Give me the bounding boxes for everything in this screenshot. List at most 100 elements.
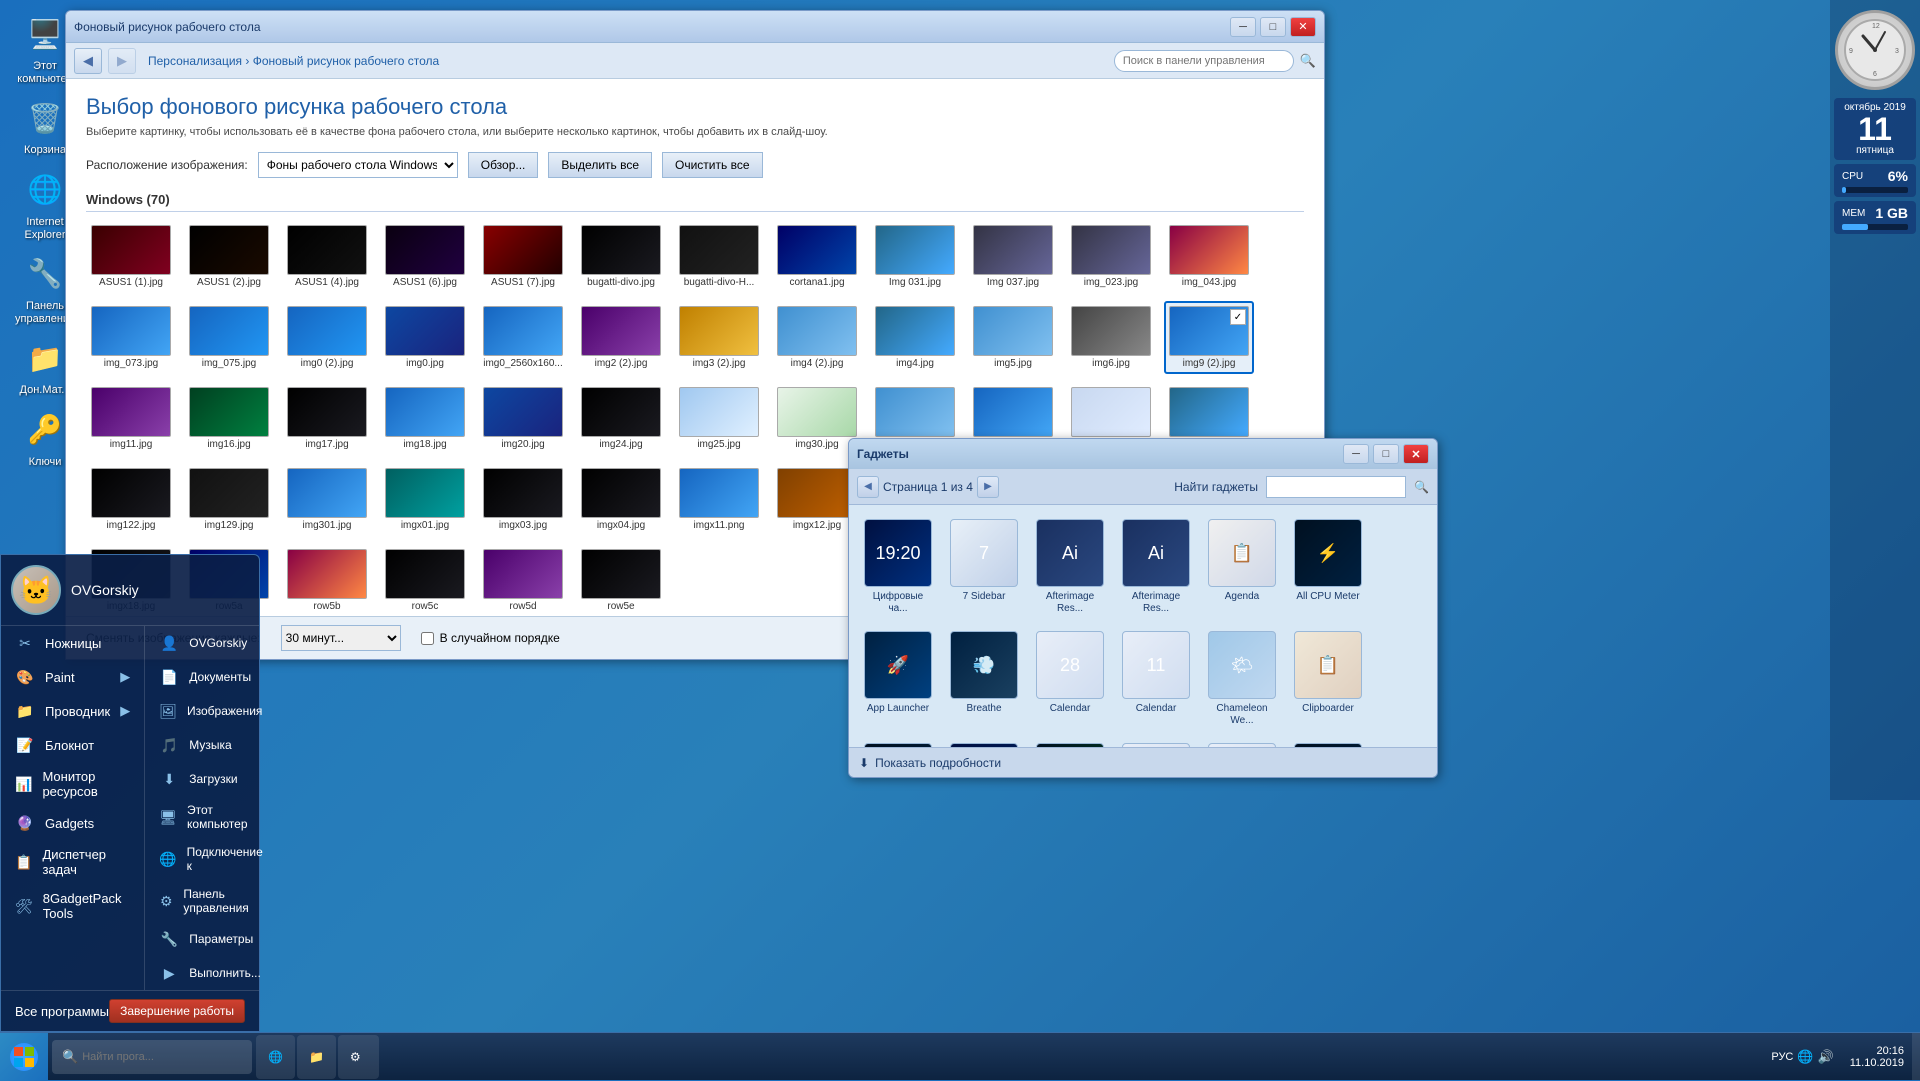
- wallpaper-item[interactable]: img24.jpg: [576, 382, 666, 455]
- wallpaper-item[interactable]: img18.jpg: [380, 382, 470, 455]
- gadgets-maximize-button[interactable]: □: [1373, 444, 1399, 464]
- wallpaper-item[interactable]: ASUS1 (7).jpg: [478, 220, 568, 293]
- wallpaper-item[interactable]: row5c: [380, 544, 470, 616]
- wallpaper-item[interactable]: img2 (2).jpg: [576, 301, 666, 374]
- taskbar-search-input[interactable]: [82, 1051, 222, 1063]
- gadgets-search-input[interactable]: [1266, 476, 1406, 498]
- wallpaper-item[interactable]: img25.jpg: [674, 382, 764, 455]
- start-item-notepad[interactable]: 📝 Блокнот: [1, 728, 144, 762]
- wallpaper-item[interactable]: cortana1.jpg: [772, 220, 862, 293]
- start-item-task-manager[interactable]: 📋 Диспетчер задач: [1, 840, 144, 884]
- wallpaper-item[interactable]: ASUS1 (1).jpg: [86, 220, 176, 293]
- location-select[interactable]: Фоны рабочего стола Windows: [258, 152, 458, 178]
- start-user-images[interactable]: 🖼 Изображения: [145, 694, 275, 728]
- gadget-item[interactable]: 19:20Цифровые ча...: [859, 515, 937, 619]
- wallpaper-item[interactable]: img129.jpg: [184, 463, 274, 536]
- wallpaper-item[interactable]: ✓img9 (2).jpg: [1164, 301, 1254, 374]
- random-order-checkbox[interactable]: [421, 632, 434, 645]
- page-next-button[interactable]: ▶: [977, 476, 999, 498]
- wallpaper-item[interactable]: img6.jpg: [1066, 301, 1156, 374]
- gadget-item[interactable]: ⚙Control System: [859, 739, 937, 747]
- wallpaper-item[interactable]: bugatti-divo.jpg: [576, 220, 666, 293]
- wallpaper-item[interactable]: bugatti-divo-H...: [674, 220, 764, 293]
- start-item-monitor[interactable]: 📊 Монитор ресурсов: [1, 762, 144, 806]
- change-interval-select[interactable]: 30 минут...: [281, 625, 401, 651]
- wallpaper-item[interactable]: img_023.jpg: [1066, 220, 1156, 293]
- start-item-scissors[interactable]: ✂ Ножницы: [1, 626, 144, 660]
- wallpaper-item[interactable]: img16.jpg: [184, 382, 274, 455]
- start-item-gadgetpack[interactable]: 🛠 8GadgetPack Tools: [1, 884, 144, 928]
- start-user-downloads[interactable]: ⬇ Загрузки: [145, 762, 275, 796]
- search-input[interactable]: [1114, 50, 1294, 72]
- gadget-item[interactable]: 8Custom Calendar: [1117, 739, 1195, 747]
- minimize-button[interactable]: ─: [1230, 17, 1256, 37]
- shutdown-button[interactable]: Завершение работы: [109, 999, 245, 1023]
- wallpaper-item[interactable]: img17.jpg: [282, 382, 372, 455]
- taskbar-app-explorer[interactable]: 📁: [297, 1035, 336, 1079]
- gadget-item[interactable]: 📋Clipboarder: [1289, 627, 1367, 731]
- start-item-paint[interactable]: 🎨 Paint ▶: [1, 660, 144, 694]
- start-user-run[interactable]: ▶ Выполнить...: [145, 956, 275, 990]
- wallpaper-item[interactable]: img0 (2).jpg: [282, 301, 372, 374]
- start-item-explorer[interactable]: 📁 Проводник ▶: [1, 694, 144, 728]
- start-user-settings[interactable]: 🔧 Параметры: [145, 922, 275, 956]
- select-all-button[interactable]: Выделить все: [548, 152, 652, 178]
- maximize-button[interactable]: □: [1260, 17, 1286, 37]
- gadget-item[interactable]: 77 Sidebar: [945, 515, 1023, 619]
- back-button[interactable]: ◀: [74, 48, 102, 74]
- gadget-item[interactable]: 💨Breathe: [945, 627, 1023, 731]
- gadgets-close-button[interactable]: ✕: [1403, 444, 1429, 464]
- clear-all-button[interactable]: Очистить все: [662, 152, 762, 178]
- taskbar-app-control-panel[interactable]: ⚙: [338, 1035, 379, 1079]
- wallpaper-item[interactable]: img11.jpg: [86, 382, 176, 455]
- wallpaper-item[interactable]: row5b: [282, 544, 372, 616]
- wallpaper-item[interactable]: ASUS1 (6).jpg: [380, 220, 470, 293]
- wallpaper-item[interactable]: imgx04.jpg: [576, 463, 666, 536]
- gadget-item[interactable]: 📋Agenda: [1203, 515, 1281, 619]
- wallpaper-item[interactable]: imgx01.jpg: [380, 463, 470, 536]
- gadget-item[interactable]: ⚡All CPU Meter: [1289, 515, 1367, 619]
- gadgets-footer[interactable]: ⬇ Показать подробности: [849, 747, 1437, 777]
- wallpaper-item[interactable]: img3 (2).jpg: [674, 301, 764, 374]
- wallpaper-item[interactable]: img4 (2).jpg: [772, 301, 862, 374]
- browse-button[interactable]: Обзор...: [468, 152, 539, 178]
- start-button[interactable]: [0, 1033, 48, 1081]
- wallpaper-item[interactable]: imgx03.jpg: [478, 463, 568, 536]
- gadget-item[interactable]: AiAfterimage Res...: [1031, 515, 1109, 619]
- wallpaper-item[interactable]: img0_2560x160...: [478, 301, 568, 374]
- gadget-item[interactable]: 28Calendar: [1031, 627, 1109, 731]
- gadget-item[interactable]: 🕐Date & Time: [1289, 739, 1367, 747]
- wallpaper-item[interactable]: row5d: [478, 544, 568, 616]
- gadget-item[interactable]: AiAfterimage Res...: [1117, 515, 1195, 619]
- gadget-item[interactable]: 🌤Chameleon We...: [1203, 627, 1281, 731]
- gadgets-minimize-button[interactable]: ─: [1343, 444, 1369, 464]
- wallpaper-item[interactable]: imgx11.png: [674, 463, 764, 536]
- gadget-item[interactable]: 8Custom Calendar: [1203, 739, 1281, 747]
- start-user-this-pc[interactable]: 🖥 Этот компьютер: [145, 796, 275, 838]
- close-button[interactable]: ✕: [1290, 17, 1316, 37]
- taskbar-app-ie[interactable]: 🌐: [256, 1035, 295, 1079]
- all-programs-button[interactable]: Все программы: [15, 1004, 109, 1019]
- wallpaper-item[interactable]: ASUS1 (4).jpg: [282, 220, 372, 293]
- start-user-music[interactable]: 🎵 Музыка: [145, 728, 275, 762]
- gadget-item[interactable]: 🚀App Launcher: [859, 627, 937, 731]
- wallpaper-item[interactable]: img_075.jpg: [184, 301, 274, 374]
- forward-button[interactable]: ▶: [108, 48, 136, 74]
- wallpaper-item[interactable]: img0.jpg: [380, 301, 470, 374]
- page-prev-button[interactable]: ◀: [857, 476, 879, 498]
- wallpaper-item[interactable]: ASUS1 (2).jpg: [184, 220, 274, 293]
- wallpaper-item[interactable]: img301.jpg: [282, 463, 372, 536]
- gadget-item[interactable]: 11Calendar: [1117, 627, 1195, 731]
- show-desktop-button[interactable]: [1912, 1033, 1920, 1080]
- wallpaper-item[interactable]: img4.jpg: [870, 301, 960, 374]
- gadget-item[interactable]: 📊CPU Utilization: [1031, 739, 1109, 747]
- wallpaper-item[interactable]: img122.jpg: [86, 463, 176, 536]
- start-user-control-panel[interactable]: ⚙ Панель управления: [145, 880, 275, 922]
- wallpaper-item[interactable]: Img 037.jpg: [968, 220, 1058, 293]
- start-user-documents[interactable]: 📄 Документы: [145, 660, 275, 694]
- start-user-connect[interactable]: 🌐 Подключение к: [145, 838, 275, 880]
- wallpaper-item[interactable]: Img 031.jpg: [870, 220, 960, 293]
- wallpaper-item[interactable]: img_073.jpg: [86, 301, 176, 374]
- start-item-gadgets[interactable]: 🔮 Gadgets: [1, 806, 144, 840]
- wallpaper-item[interactable]: img20.jpg: [478, 382, 568, 455]
